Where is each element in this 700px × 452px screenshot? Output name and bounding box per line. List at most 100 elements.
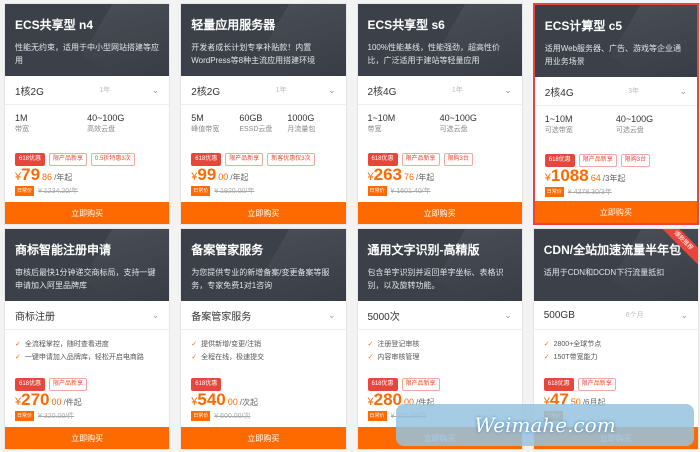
- price-decimal: 76: [404, 172, 415, 182]
- price: ¥99 00/年起: [191, 165, 248, 185]
- spec-value: 40~100G: [439, 113, 477, 123]
- spec-label: 峰值带宽: [191, 126, 220, 133]
- price: ¥79 86/年起: [15, 165, 72, 185]
- spec-value: 40~100G: [87, 113, 125, 123]
- card-description: 开发者成长计划专享补贴款！内置WordPress等8种主流应用搭建环境: [191, 43, 316, 65]
- buy-now-button[interactable]: 立即购买: [181, 202, 346, 224]
- card-description: 包含单字识别并返回单字坐标、表格识别，以及旋转功能。: [367, 268, 504, 290]
- daily-price-badge: 日常价: [191, 186, 211, 196]
- spec-value: 1000G: [287, 113, 315, 123]
- daily-price-badge: 日常价: [15, 411, 35, 421]
- product-card[interactable]: 备案管家服务 为您提供专业的新增备案/变更备案等服务，专家免费1对1咨询 备案管家服…: [180, 228, 347, 450]
- spec-list: 1~10M 带宽 40~100G 可选云盘: [358, 105, 522, 143]
- daily-price-badge: 日常价: [15, 186, 35, 196]
- config-select[interactable]: 2核2G 1年 ⌄: [181, 76, 346, 105]
- feature-item: ✓ 内容审核管理: [368, 351, 512, 364]
- spec-value: 1M: [15, 113, 28, 123]
- feature-text: 内容审核管理: [377, 354, 420, 361]
- product-card[interactable]: 商标智能注册申请审核后最快1分钟递交商标局，支持一键申请加入阿里品牌库商标注册 ⌄…: [4, 228, 171, 450]
- config-select[interactable]: 500GB 6个月 ⌄: [533, 301, 698, 330]
- check-icon: ✓: [191, 354, 198, 361]
- card-description: 审核后最快1分钟递交商标局，支持一键申请加入阿里品牌库: [15, 268, 156, 290]
- chevron-down-icon: ⌄: [504, 84, 512, 95]
- price-integer: 79: [21, 165, 41, 184]
- card-description: 为您提供专业的新增备案/变更备案等服务，专家免费1对1咨询: [191, 268, 330, 290]
- check-icon: ✓: [543, 354, 550, 361]
- spec-value: 40~100G: [615, 114, 654, 124]
- card-description: 适用于CDN和DCDN下行流量抵扣: [543, 268, 665, 277]
- chevron-down-icon: ⌄: [504, 309, 512, 320]
- feature-list: ✓ 全流程掌控，随时查看进度 ✓ 一键申请加入品牌库，轻松开启电商路: [5, 330, 169, 368]
- check-icon: ✓: [15, 354, 21, 361]
- daily-price-badge: 日常价: [191, 411, 211, 421]
- spec-list: 1~10M 可选带宽 40~100G 可选云盘: [535, 106, 697, 144]
- config-select[interactable]: 2核4G 3年 ⌄: [534, 77, 697, 106]
- card-title: 商标智能注册申请: [15, 243, 112, 257]
- spec-item: 40~100G 可选云盘: [616, 113, 687, 144]
- feature-text: 150T带宽能力: [553, 354, 598, 361]
- spec-label: 可选云盘: [439, 126, 468, 133]
- spec-value: 5M: [191, 113, 204, 123]
- spec-item: 40~100G 高效云盘: [87, 112, 159, 143]
- original-price-row: 日常价 ¥ 1234.20/年: [15, 186, 78, 196]
- original-price: ¥ 1920.00/年: [214, 188, 255, 195]
- check-icon: ✓: [543, 341, 550, 348]
- card-title: 备案管家服务: [191, 243, 264, 257]
- card-header: ECS共享型 n4 性能无约束，适用于中小型网站搭建等应用: [5, 4, 170, 76]
- product-card[interactable]: ECS计算型 c5 适用Web服务器、广告、游戏等企业通用业务场景 2核4G 3年 ⌄ 1…: [532, 3, 699, 225]
- card-header: ECS共享型 s6 100%性能基线，性能强劲，超高性价比，广泛适用于建站等轻量应…: [357, 4, 522, 76]
- config-value: 商标注册: [15, 311, 55, 323]
- spec-label: 带宽: [367, 126, 382, 133]
- feature-item: ✓ 注册登记审核: [368, 338, 512, 351]
- buy-now-button[interactable]: 立即购买: [534, 201, 697, 223]
- config-select[interactable]: 5000次 ⌄: [357, 301, 522, 330]
- product-card[interactable]: 轻量应用服务器 开发者成长计划专享补贴款！内置WordPress等8种主流应用搭建…: [180, 3, 347, 225]
- spec-list: 1M 带宽 40~100G 高效云盘: [5, 105, 169, 143]
- product-card[interactable]: ECS共享型 s6 100%性能基线，性能强劲，超高性价比，广泛适用于建站等轻量应…: [356, 3, 523, 225]
- feature-list: ✓ 2800+全球节点 ✓ 150T带宽能力: [534, 330, 698, 368]
- buy-now-button[interactable]: 立即购买: [5, 427, 170, 449]
- buy-now-button[interactable]: 立即购买: [5, 202, 170, 224]
- feature-item: ✓ 提供新增/变更/注销: [191, 338, 335, 351]
- feature-item: ✓ 全流程掌控，随时查看进度: [15, 338, 159, 351]
- config-select[interactable]: 1核2G 1年 ⌄: [5, 76, 170, 105]
- promo-tag: 限购3台: [443, 153, 473, 166]
- feature-item: ✓ 150T带宽能力: [544, 351, 688, 364]
- feature-item: ✓ 全程在线，极速提交: [191, 351, 335, 364]
- feature-text: 一键申请加入品牌库，轻松开启电商路: [24, 354, 144, 361]
- card-title: CDN/全站加速流量半年包: [543, 243, 682, 257]
- chevron-down-icon: ⌄: [151, 84, 160, 95]
- price-unit: /年起: [416, 173, 435, 182]
- config-select[interactable]: 2核4G 1年 ⌄: [357, 76, 522, 105]
- config-value: 1核2G: [15, 86, 44, 98]
- card-description: 100%性能基线，性能强劲，超高性价比，广泛适用于建站等轻量应用: [367, 43, 500, 65]
- price-integer: 270: [21, 390, 50, 409]
- feature-text: 全流程掌控，随时查看进度: [24, 341, 109, 348]
- spec-label: 可选云盘: [615, 127, 644, 134]
- feature-list: ✓ 提供新增/变更/注销 ✓ 全程在线，极速提交: [181, 330, 345, 368]
- card-header: 通用文字识别-高精版 包含单字识别并返回单字坐标、表格识别，以及旋转功能。: [357, 229, 522, 301]
- chevron-down-icon: ⌄: [151, 309, 160, 320]
- config-value: 备案管家服务: [191, 311, 252, 323]
- check-icon: ✓: [191, 341, 198, 348]
- price-decimal: 00: [218, 172, 229, 182]
- config-select[interactable]: 商标注册 ⌄: [5, 301, 170, 330]
- feature-text: 注册登记审核: [377, 341, 420, 348]
- price: ¥540 00/次起: [191, 390, 258, 410]
- price-unit: /3年起: [602, 174, 626, 183]
- buy-now-button[interactable]: 立即购买: [357, 202, 522, 224]
- check-icon: ✓: [367, 354, 374, 361]
- duration-value: 1年: [99, 87, 111, 94]
- buy-now-button[interactable]: 立即购买: [181, 427, 346, 449]
- duration-value: 6个月: [625, 312, 644, 319]
- feature-item: ✓ 一键申请加入品牌库，轻松开启电商路: [15, 351, 159, 364]
- product-card[interactable]: ECS共享型 n4 性能无约束，适用于中小型网站搭建等应用 1核2G 1年 ⌄ 1M 带宽 4…: [4, 3, 171, 225]
- config-select[interactable]: 备案管家服务 ⌄: [181, 301, 346, 330]
- price: ¥1088 64/3年起: [545, 166, 626, 186]
- spec-label: 带宽: [15, 126, 29, 133]
- daily-price-badge: 日常价: [367, 411, 387, 421]
- watermark-text: Weimahe.com: [474, 413, 616, 437]
- original-price: ¥ 4278.30/3年: [567, 189, 612, 196]
- spec-value: 1~10M: [544, 114, 573, 124]
- card-header: ECS计算型 c5 适用Web服务器、广告、游戏等企业通用业务场景: [534, 5, 697, 77]
